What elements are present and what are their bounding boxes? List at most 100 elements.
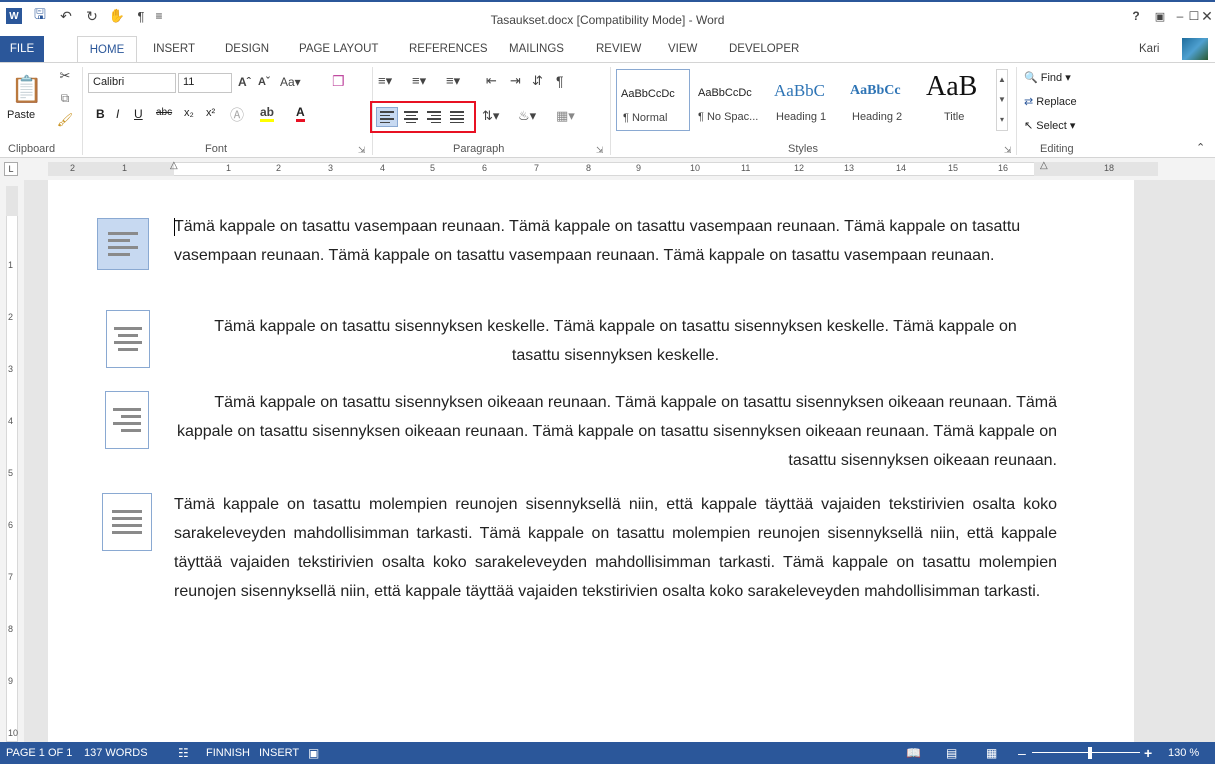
vertical-ruler[interactable]: 1 2 3 4 5 6 7 8 9 10: [0, 180, 24, 742]
style-preview: AaBbCcDc: [698, 87, 752, 99]
help-icon[interactable]: ?: [1126, 6, 1146, 26]
document-page[interactable]: Tämä kappale on tasattu vasempaan reunaa…: [48, 180, 1134, 742]
style-preview: AaBbC: [774, 81, 825, 100]
page-count[interactable]: PAGE 1 OF 1: [6, 742, 72, 764]
superscript-icon[interactable]: x²: [206, 107, 215, 119]
close-icon[interactable]: ✕: [1200, 6, 1214, 26]
tab-page-layout[interactable]: PAGE LAYOUT: [299, 36, 378, 62]
tab-developer[interactable]: DEVELOPER: [729, 36, 799, 62]
increase-indent-icon[interactable]: ⇥: [510, 73, 521, 89]
bold-icon[interactable]: B: [96, 107, 105, 121]
find-button[interactable]: 🔍 Find ▾: [1024, 71, 1071, 84]
decrease-indent-icon[interactable]: ⇤: [486, 73, 497, 89]
format-painter-icon[interactable]: 🖌: [56, 111, 74, 129]
paragraph-left[interactable]: Tämä kappale on tasattu vasempaan reunaa…: [174, 212, 1057, 270]
web-layout-icon[interactable]: ▦: [986, 742, 997, 764]
zoom-level[interactable]: 130 %: [1168, 742, 1199, 764]
collapse-ribbon-icon[interactable]: ⌃: [1196, 141, 1205, 154]
paragraph-center[interactable]: Tämä kappale on tasattu sisennyksen kesk…: [200, 312, 1031, 370]
print-layout-icon[interactable]: ▤: [946, 742, 957, 764]
copy-icon[interactable]: ⧉: [56, 89, 74, 107]
styles-scroll-control[interactable]: ▲ ▼ ▾: [996, 69, 1008, 131]
style-heading-2[interactable]: AaBbCc Heading 2: [848, 69, 918, 131]
borders-icon[interactable]: ▦▾: [556, 108, 575, 124]
highlight-color-icon[interactable]: ab: [260, 105, 275, 122]
vruler-number: 1: [8, 260, 14, 270]
font-color-icon[interactable]: A: [296, 105, 305, 122]
style-name: Title: [944, 111, 965, 123]
tab-home[interactable]: HOME: [77, 36, 137, 63]
zoom-slider-track[interactable]: [1032, 752, 1140, 753]
ruler-number: 12: [794, 163, 805, 173]
tab-file[interactable]: FILE: [0, 36, 44, 62]
bullets-icon[interactable]: ≡▾: [378, 73, 392, 89]
tab-view[interactable]: VIEW: [668, 36, 697, 62]
tab-references[interactable]: REFERENCES: [409, 36, 488, 62]
align-center-button[interactable]: [400, 107, 422, 127]
grow-font-icon[interactable]: Aˆ: [238, 75, 251, 89]
select-button[interactable]: ↖ Select ▾: [1024, 119, 1075, 132]
italic-icon[interactable]: I: [116, 107, 119, 121]
clipboard-group-label: Clipboard: [8, 143, 56, 155]
chevron-down-icon: ▾: [1069, 120, 1076, 132]
shrink-font-icon[interactable]: Aˇ: [258, 76, 270, 88]
read-mode-icon[interactable]: 📖: [906, 742, 921, 764]
justify-button[interactable]: [446, 107, 468, 127]
underline-icon[interactable]: U: [134, 107, 143, 121]
style-name: ¶ Normal: [623, 112, 668, 124]
paragraph-right[interactable]: Tämä kappale on tasattu sisennyksen oike…: [174, 388, 1057, 475]
proofing-icon[interactable]: ☷: [178, 742, 189, 764]
tab-selector-icon[interactable]: L: [4, 162, 18, 176]
paragraph-dialog-launcher-icon[interactable]: ⇲: [596, 145, 604, 156]
zoom-in-icon[interactable]: +: [1144, 742, 1152, 764]
subscript-icon[interactable]: x₂: [184, 107, 194, 119]
style-title[interactable]: AaB Title: [922, 69, 992, 131]
styles-dialog-launcher-icon[interactable]: ⇲: [1004, 145, 1012, 156]
sort-icon[interactable]: ⇵: [532, 73, 543, 89]
zoom-out-icon[interactable]: –: [1018, 742, 1026, 764]
macro-record-icon[interactable]: ▣: [308, 742, 319, 764]
cut-icon[interactable]: ✂: [56, 67, 74, 85]
paragraph-justify[interactable]: Tämä kappale on tasattu molempien reunoj…: [174, 490, 1057, 606]
font-name-box[interactable]: Calibri: [88, 73, 176, 93]
text-effects-icon[interactable]: Ⓐ: [230, 105, 244, 125]
align-left-button[interactable]: [376, 107, 398, 127]
word-count[interactable]: 137 WORDS: [84, 742, 148, 764]
multilevel-list-icon[interactable]: ≡▾: [446, 73, 460, 89]
paste-icon[interactable]: 📋: [8, 67, 46, 111]
font-size-box[interactable]: 11: [178, 73, 232, 93]
ribbon-display-icon[interactable]: ▣: [1150, 6, 1170, 26]
vruler-number: 6: [8, 520, 14, 530]
indent-marker-icon[interactable]: △: [170, 160, 178, 171]
shading-icon[interactable]: ♨▾: [518, 108, 536, 124]
tab-insert[interactable]: INSERT: [153, 36, 195, 62]
clear-formatting-icon[interactable]: ❒: [332, 73, 345, 90]
user-name[interactable]: Kari: [1139, 36, 1159, 62]
right-indent-marker-icon[interactable]: △: [1040, 160, 1048, 171]
tab-review[interactable]: REVIEW: [596, 36, 641, 62]
strikethrough-icon[interactable]: abc: [156, 107, 172, 118]
numbering-icon[interactable]: ≡▾: [412, 73, 426, 89]
paste-label[interactable]: Paste: [7, 109, 35, 121]
align-right-button[interactable]: [423, 107, 445, 127]
change-case-icon[interactable]: Aa▾: [280, 75, 301, 89]
replace-button[interactable]: ⇄ Replace: [1024, 95, 1077, 108]
style-normal[interactable]: AaBbCcDc ¶ Normal: [616, 69, 690, 131]
style-heading-1[interactable]: AaBbC Heading 1: [772, 69, 844, 131]
tab-design[interactable]: DESIGN: [225, 36, 269, 62]
tab-mailings[interactable]: MAILINGS: [509, 36, 564, 62]
horizontal-ruler[interactable]: L △ △ 2 1 1 2 3 4 5 6 7 8 9 10 11 12 13 14 15 16 18: [0, 158, 1215, 180]
language[interactable]: FINNISH: [206, 742, 250, 764]
show-formatting-icon[interactable]: ¶: [556, 73, 564, 89]
zoom-slider-thumb[interactable]: [1088, 747, 1093, 759]
style-name: Heading 1: [776, 111, 827, 123]
ruler-number: 13: [844, 163, 855, 173]
ruler-number: 10: [690, 163, 701, 173]
user-avatar[interactable]: [1182, 38, 1208, 60]
style-no-spacing[interactable]: AaBbCcDc ¶ No Spac...: [694, 69, 768, 131]
vruler-number: 5: [8, 468, 14, 478]
font-dialog-launcher-icon[interactable]: ⇲: [358, 145, 366, 156]
line-spacing-icon[interactable]: ⇅▾: [482, 108, 499, 124]
insert-mode[interactable]: INSERT: [259, 742, 299, 764]
ruler-number: 4: [380, 163, 386, 173]
